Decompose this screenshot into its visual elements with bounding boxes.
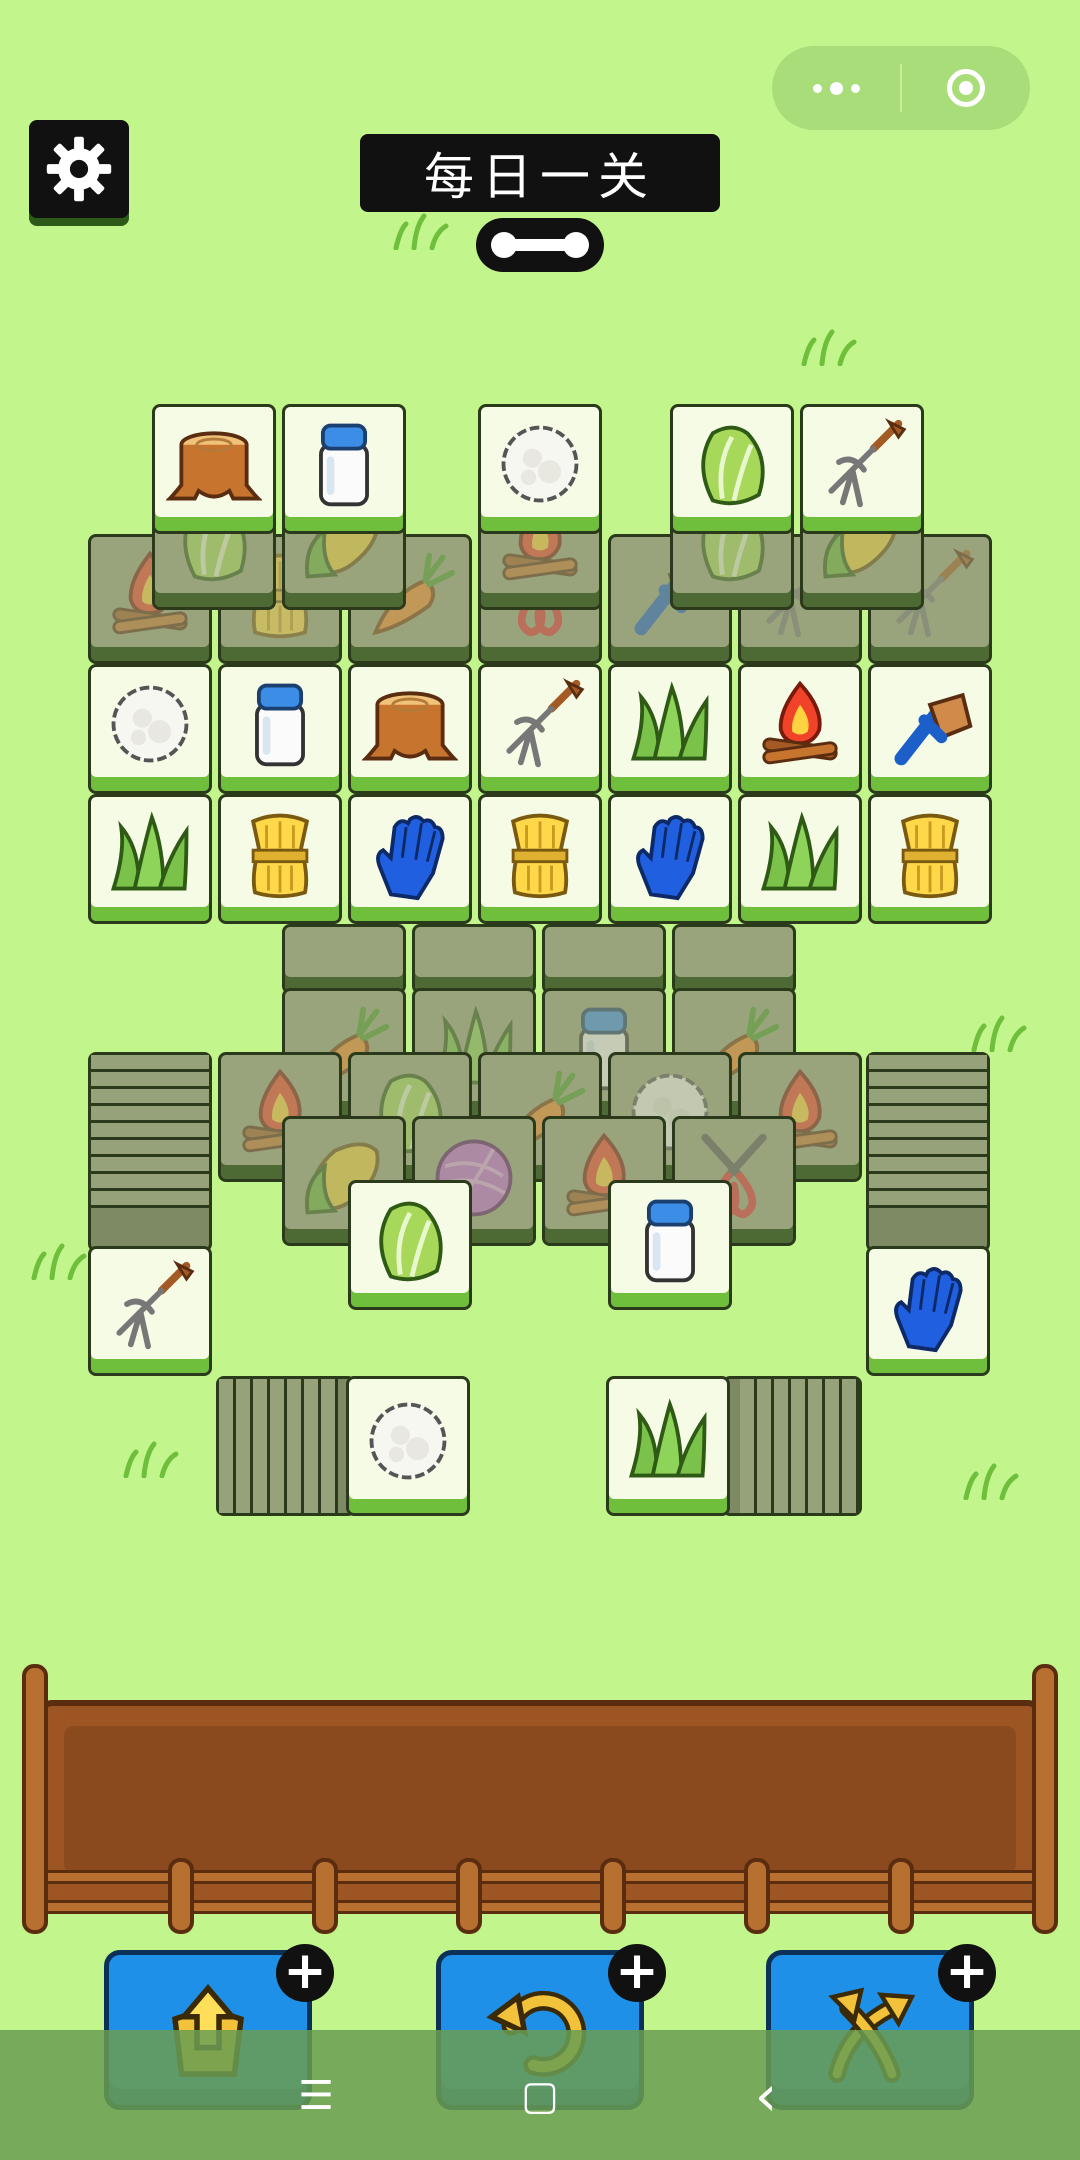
tile-covered: [412, 924, 536, 994]
grass-tuft-icon: [393, 213, 449, 250]
tile-stack-left: [88, 1052, 212, 1252]
tile-pitchfork[interactable]: [478, 664, 602, 794]
tile-grass[interactable]: [738, 794, 862, 924]
mini-program-capsule: [772, 46, 1030, 130]
tray-slot-area: [64, 1726, 1016, 1874]
nav-home-button[interactable]: ▢: [500, 2056, 580, 2136]
tile-wheat[interactable]: [478, 794, 602, 924]
more-menu-button[interactable]: [772, 46, 900, 130]
tile-cotton[interactable]: [88, 664, 212, 794]
tile-glove[interactable]: [608, 794, 732, 924]
grass-tuft-icon: [963, 1463, 1019, 1500]
fence-post: [312, 1858, 338, 1934]
tile-stack-bottom-right: [722, 1376, 862, 1516]
settings-button[interactable]: [29, 120, 129, 218]
grass-tuft-icon: [801, 329, 857, 366]
grass-tuft-icon: [971, 1015, 1027, 1052]
grass-tuft-icon: [123, 1441, 179, 1478]
tile-campfire[interactable]: [738, 664, 862, 794]
tile-covered: [282, 924, 406, 994]
fence-post: [456, 1858, 482, 1934]
nav-menu-button[interactable]: ☰: [276, 2056, 356, 2136]
target-circle-icon: [947, 69, 985, 107]
tile-pitchfork[interactable]: [800, 404, 924, 534]
tile-wheat[interactable]: [218, 794, 342, 924]
tile-cabbage[interactable]: [348, 1180, 472, 1310]
tile-pitchfork[interactable]: [88, 1246, 212, 1376]
close-program-button[interactable]: [902, 46, 1030, 130]
tile-covered: [672, 924, 796, 994]
tile-stack-right: [866, 1052, 990, 1252]
bone-icon: [476, 218, 604, 272]
tile-stump[interactable]: [348, 664, 472, 794]
shuffle-plus-badge[interactable]: +: [938, 1944, 996, 2002]
nav-back-button[interactable]: ‹: [726, 2056, 806, 2136]
fence-post: [22, 1664, 48, 1934]
tile-milk[interactable]: [218, 664, 342, 794]
more-dots-icon: [812, 81, 860, 95]
tile-grass[interactable]: [88, 794, 212, 924]
fence-post: [600, 1858, 626, 1934]
tile-cabbage[interactable]: [670, 404, 794, 534]
fence-post: [168, 1858, 194, 1934]
tile-grass[interactable]: [608, 664, 732, 794]
tile-stump[interactable]: [152, 404, 276, 534]
move-out-plus-badge[interactable]: +: [276, 1944, 334, 2002]
tile-wheat[interactable]: [868, 794, 992, 924]
tile-cotton[interactable]: [478, 404, 602, 534]
tile-brush[interactable]: [868, 664, 992, 794]
tile-cotton[interactable]: [346, 1376, 470, 1516]
fence-post: [888, 1858, 914, 1934]
gear-icon: [46, 136, 112, 202]
tile-glove[interactable]: [348, 794, 472, 924]
tile-covered: [542, 924, 666, 994]
tile-stack-bottom-left: [216, 1376, 356, 1516]
undo-plus-badge[interactable]: +: [608, 1944, 666, 2002]
page-title: 每日一关: [360, 134, 720, 212]
tile-grass[interactable]: [606, 1376, 730, 1516]
tile-milk[interactable]: [608, 1180, 732, 1310]
tile-glove[interactable]: [866, 1246, 990, 1376]
fence-post: [1032, 1664, 1058, 1934]
fence-post: [744, 1858, 770, 1934]
tile-milk[interactable]: [282, 404, 406, 534]
